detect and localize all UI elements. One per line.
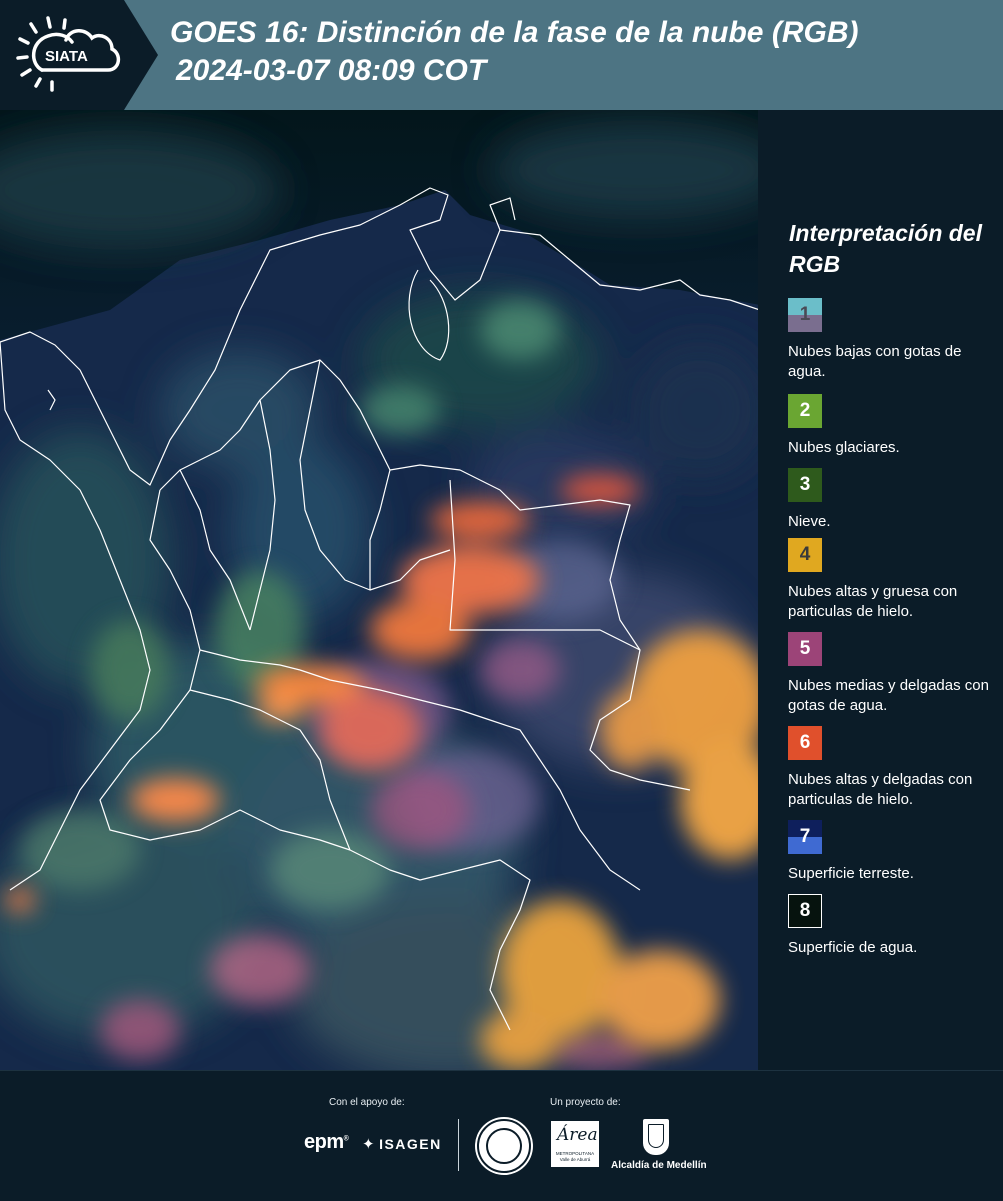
legend-label-2: Nubes glaciares.: [788, 439, 900, 456]
seal-inner-ring: [486, 1128, 522, 1164]
isagen-logo-text: ISAGEN: [379, 1136, 442, 1152]
legend-swatch-7: 7: [788, 820, 822, 854]
isagen-star-icon: ✦: [362, 1136, 377, 1153]
epm-logo-text: epm: [304, 1131, 344, 1153]
logo-panel: SIATA: [0, 0, 158, 110]
medellin-shield-icon[interactable]: [643, 1119, 669, 1155]
legend-swatch-3: 3: [788, 468, 822, 502]
page-title: GOES 16: Distinción de la fase de la nub…: [170, 16, 859, 49]
legend-item-3: 3 Nieve.: [788, 468, 998, 532]
legend-number-5: 5: [799, 638, 811, 659]
support-label: Con el apoyo de:: [329, 1097, 405, 1108]
legend-item-7: 7 Superficie terreste.: [788, 820, 998, 884]
satellite-map[interactable]: [0, 110, 760, 1070]
legend-label-5: Nubes medias y delgadas con gotas de agu…: [788, 677, 989, 714]
legend-number-3: 3: [799, 474, 811, 495]
logo-text: SIATA: [45, 48, 88, 65]
epm-registered-mark: ®: [343, 1135, 349, 1143]
legend-item-6: 6 Nubes altas y delgadas con particulas …: [788, 726, 998, 810]
rgb-satellite-image: [0, 110, 760, 1070]
project-label: Un proyecto de:: [550, 1097, 621, 1108]
legend-item-5: 5 Nubes medias y delgadas con gotas de a…: [788, 632, 998, 716]
legend-swatch-5: 5: [788, 632, 822, 666]
area-metropolitana-logo[interactable]: Área METROPOLITANA Valle de Aburrá: [551, 1121, 599, 1167]
legend-title: Interpretación del RGB: [789, 220, 982, 277]
legend-item-2: 2 Nubes glaciares.: [788, 394, 998, 458]
legend-label-8: Superficie de agua.: [788, 939, 918, 956]
siata-sun-cloud-icon: SIATA: [16, 16, 121, 92]
legend-item-4: 4 Nubes altas y gruesa con particulas de…: [788, 538, 998, 622]
legend-label-3: Nieve.: [788, 513, 831, 530]
legend-number-7: 7: [799, 826, 811, 847]
legend-item-1: 1 Nubes bajas con gotas de agua.: [788, 298, 998, 382]
area-logo-subtitle: METROPOLITANA Valle de Aburrá: [555, 1151, 595, 1162]
legend-swatch-4: 4: [788, 538, 822, 572]
legend-swatch-1: 1: [788, 298, 822, 332]
footer: Con el apoyo de: Un proyecto de: epm® ✦ I…: [0, 1070, 1003, 1201]
legend-number-2: 2: [799, 400, 811, 421]
legend-label-6: Nubes altas y delgadas con particulas de…: [788, 771, 973, 808]
legend-number-1: 1: [799, 304, 811, 325]
medellin-university-seal-icon[interactable]: [477, 1119, 531, 1173]
legend-swatch-6: 6: [788, 726, 822, 760]
legend-swatch-2: 2: [788, 394, 822, 428]
footer-divider: [458, 1119, 459, 1171]
timestamp: 2024-03-07 08:09 COT: [176, 54, 487, 87]
alcaldia-medellin-label: Alcaldía de Medellín: [611, 1160, 707, 1171]
isagen-logo[interactable]: ✦ ISAGEN: [362, 1135, 442, 1153]
legend-label-7: Superficie terreste.: [788, 865, 914, 882]
legend-panel: Interpretación del RGB 1 Nubes bajas con…: [760, 110, 1003, 1070]
legend-label-1: Nubes bajas con gotas de agua.: [788, 343, 962, 380]
legend-label-4: Nubes altas y gruesa con particulas de h…: [788, 583, 958, 620]
legend-number-4: 4: [799, 544, 811, 565]
header-bar: SIATA GOES 16: Distinción de la fase de …: [0, 0, 1003, 110]
legend-item-8: 8 Superficie de agua.: [788, 894, 998, 958]
legend-number-8: 8: [799, 900, 811, 921]
area-logo-script: Área: [557, 1125, 598, 1145]
epm-logo[interactable]: epm®: [304, 1131, 349, 1154]
legend-swatch-8: 8: [788, 894, 822, 928]
legend-number-6: 6: [799, 732, 811, 753]
shield-inner: [648, 1124, 664, 1148]
